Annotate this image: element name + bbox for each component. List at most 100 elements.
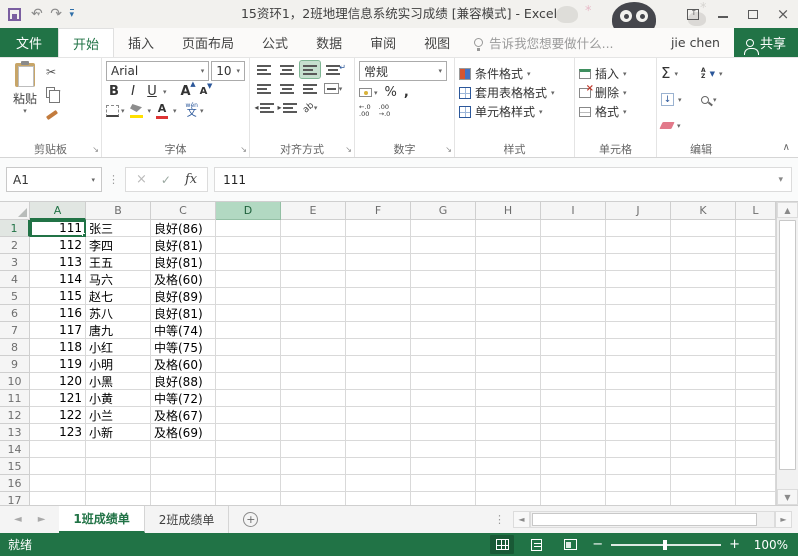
orientation-button[interactable]: ab ▾	[300, 99, 320, 116]
cell-styles-button[interactable]: 单元格样式 ▾	[459, 102, 570, 121]
cell-E16[interactable]	[281, 475, 346, 492]
row-header-4[interactable]: 4	[0, 271, 30, 288]
tab-file[interactable]: 文件	[0, 28, 58, 57]
column-header-I[interactable]: I	[541, 202, 606, 220]
ribbon-display-options-button[interactable]	[678, 0, 708, 28]
cell-D17[interactable]	[216, 492, 281, 505]
bold-button[interactable]: B	[106, 84, 122, 99]
cell-D1[interactable]	[216, 220, 281, 237]
cell-A3[interactable]: 113	[30, 254, 86, 271]
cell-I13[interactable]	[541, 424, 606, 441]
cell-D6[interactable]	[216, 305, 281, 322]
decrease-indent-button[interactable]: ◂	[254, 99, 274, 116]
cell-L5[interactable]	[736, 288, 776, 305]
row-header-10[interactable]: 10	[0, 373, 30, 390]
cell-A7[interactable]: 117	[30, 322, 86, 339]
cell-C8[interactable]: 中等(75)	[151, 339, 216, 356]
sheet-tab-1[interactable]: 1班成绩单	[59, 506, 145, 533]
row-header-11[interactable]: 11	[0, 390, 30, 407]
alignment-dialog-launcher-icon[interactable]: ↘	[345, 145, 352, 154]
format-as-table-button[interactable]: 套用表格格式 ▾	[459, 83, 570, 102]
cell-G6[interactable]	[411, 305, 476, 322]
cell-A6[interactable]: 116	[30, 305, 86, 322]
decrease-decimal-button[interactable]: .00 →.0	[379, 104, 391, 117]
cell-L14[interactable]	[736, 441, 776, 458]
autosum-button[interactable]: Σ ▾	[661, 64, 701, 83]
cell-A11[interactable]: 121	[30, 390, 86, 407]
column-header-G[interactable]: G	[411, 202, 476, 220]
align-right-button[interactable]	[300, 80, 320, 97]
italic-button[interactable]: I	[125, 84, 141, 99]
cell-B6[interactable]: 苏八	[86, 305, 151, 322]
cell-E4[interactable]	[281, 271, 346, 288]
cell-E7[interactable]	[281, 322, 346, 339]
clear-button[interactable]: ▾	[659, 116, 701, 135]
cell-I5[interactable]	[541, 288, 606, 305]
tab-page-layout[interactable]: 页面布局	[168, 28, 248, 57]
cell-L7[interactable]	[736, 322, 776, 339]
cell-D12[interactable]	[216, 407, 281, 424]
collapse-ribbon-icon[interactable]: ∧	[783, 142, 790, 153]
cell-E3[interactable]	[281, 254, 346, 271]
cell-D9[interactable]	[216, 356, 281, 373]
cell-J6[interactable]	[606, 305, 671, 322]
row-header-1[interactable]: 1	[0, 220, 30, 237]
cell-K10[interactable]	[671, 373, 736, 390]
cell-C7[interactable]: 中等(74)	[151, 322, 216, 339]
cell-L11[interactable]	[736, 390, 776, 407]
cell-B2[interactable]: 李四	[86, 237, 151, 254]
cell-E5[interactable]	[281, 288, 346, 305]
increase-indent-button[interactable]: ▸	[277, 99, 297, 116]
number-format-combo[interactable]: 常规 ▾	[359, 61, 447, 81]
font-color-button[interactable]: A	[156, 103, 169, 119]
cell-A2[interactable]: 112	[30, 237, 86, 254]
cell-I1[interactable]	[541, 220, 606, 237]
row-header-12[interactable]: 12	[0, 407, 30, 424]
cell-E13[interactable]	[281, 424, 346, 441]
cut-button[interactable]: ✂	[46, 64, 61, 80]
cell-L16[interactable]	[736, 475, 776, 492]
cell-H4[interactable]	[476, 271, 541, 288]
cell-G9[interactable]	[411, 356, 476, 373]
cell-F8[interactable]	[346, 339, 411, 356]
cell-B13[interactable]: 小新	[86, 424, 151, 441]
cell-K3[interactable]	[671, 254, 736, 271]
column-header-H[interactable]: H	[476, 202, 541, 220]
zoom-slider-thumb[interactable]	[663, 539, 668, 550]
cell-K1[interactable]	[671, 220, 736, 237]
cell-K12[interactable]	[671, 407, 736, 424]
cell-A12[interactable]: 122	[30, 407, 86, 424]
cell-H15[interactable]	[476, 458, 541, 475]
cell-B17[interactable]	[86, 492, 151, 505]
cell-J13[interactable]	[606, 424, 671, 441]
cell-F14[interactable]	[346, 441, 411, 458]
cell-J16[interactable]	[606, 475, 671, 492]
top-align-button[interactable]	[254, 61, 274, 78]
paste-button[interactable]: 粘贴 ▾	[4, 61, 46, 140]
cell-J15[interactable]	[606, 458, 671, 475]
cell-A16[interactable]	[30, 475, 86, 492]
column-header-F[interactable]: F	[346, 202, 411, 220]
cell-D16[interactable]	[216, 475, 281, 492]
minimize-button[interactable]	[708, 0, 738, 28]
select-all-corner[interactable]	[0, 202, 30, 220]
borders-button[interactable]: ▾	[106, 105, 125, 117]
font-name-combo[interactable]: Arial ▾	[106, 61, 210, 81]
copy-button[interactable]: ▾	[46, 84, 61, 103]
cell-D11[interactable]	[216, 390, 281, 407]
font-color-dropdown-icon[interactable]: ▾	[173, 107, 177, 115]
scroll-down-icon[interactable]: ▼	[777, 489, 798, 505]
cell-G11[interactable]	[411, 390, 476, 407]
cell-H12[interactable]	[476, 407, 541, 424]
vertical-scrollbar-thumb[interactable]	[779, 220, 796, 470]
row-header-6[interactable]: 6	[0, 305, 30, 322]
font-size-combo[interactable]: 10 ▾	[211, 61, 245, 81]
page-layout-view-button[interactable]	[524, 535, 548, 554]
vertical-scrollbar[interactable]: ▲ ▼	[776, 202, 798, 505]
scroll-left-icon[interactable]: ◄	[513, 511, 530, 528]
cell-H5[interactable]	[476, 288, 541, 305]
row-header-5[interactable]: 5	[0, 288, 30, 305]
cell-I14[interactable]	[541, 441, 606, 458]
row-header-16[interactable]: 16	[0, 475, 30, 492]
column-header-D[interactable]: D	[216, 202, 281, 220]
